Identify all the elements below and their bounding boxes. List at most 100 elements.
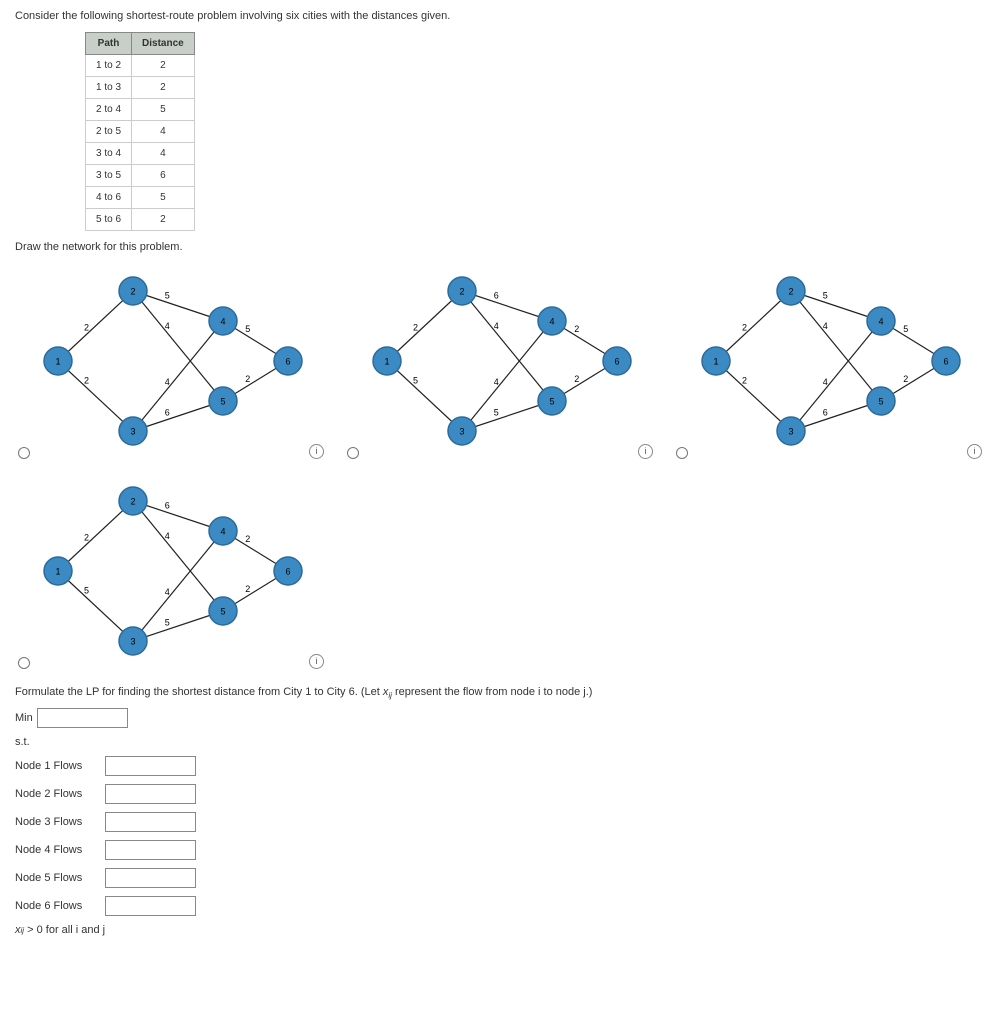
lp-constraint-row: Node 6 Flows [15,896,976,916]
network-node-label: 6 [285,566,290,576]
table-row: 1 to 32 [86,77,195,99]
lp-constraint-input[interactable] [105,812,196,832]
table-cell: 3 to 4 [86,143,132,165]
min-input[interactable] [37,708,128,728]
table-row: 2 to 54 [86,121,195,143]
edge-weight: 6 [165,408,170,418]
edge [716,291,791,361]
radio-option-b[interactable] [347,447,359,459]
network-node-label: 1 [55,356,60,366]
network-node-label: 4 [878,316,883,326]
draw-network-prompt: Draw the network for this problem. [15,241,976,253]
edge-weight: 2 [245,374,250,384]
network-node-label: 6 [285,356,290,366]
lp-constraint-input[interactable] [105,840,196,860]
edge-weight: 4 [165,531,170,541]
edge [387,361,462,431]
network-node-label: 3 [788,426,793,436]
edge [58,361,133,431]
lp-constraint-row: Node 3 Flows [15,812,976,832]
edge [58,501,133,571]
network-node-label: 2 [130,496,135,506]
edge [387,291,462,361]
edge [791,291,881,401]
edge-weight: 4 [494,377,499,387]
edge-weight: 5 [823,290,828,300]
network-node-label: 3 [130,636,135,646]
network-node-label: 1 [55,566,60,576]
edge [791,321,881,431]
network-node-label: 5 [878,396,883,406]
edge-weight: 2 [84,376,89,386]
table-cell: 2 [132,209,195,231]
table-cell: 4 to 6 [86,187,132,209]
table-cell: 2 to 5 [86,121,132,143]
option-c: 22544652123456 i [673,261,982,461]
edge-weight: 6 [165,500,170,510]
table-cell: 4 [132,121,195,143]
table-cell: 2 [132,77,195,99]
edge-weight: 2 [742,376,747,386]
edge-weight: 2 [574,374,579,384]
lp-constraint-input[interactable] [105,896,196,916]
info-icon[interactable]: i [309,654,324,669]
network-diagram: 25644522123456 [33,471,303,671]
lp-constraint-input[interactable] [105,868,196,888]
info-icon[interactable]: i [967,444,982,459]
option-d: 25644522123456 i [15,471,324,671]
network-diagram: 22544652123456 [691,261,961,461]
network-node-label: 4 [549,316,554,326]
edge-weight: 2 [245,534,250,544]
edge-weight: 4 [165,377,170,387]
radio-option-a[interactable] [18,447,30,459]
edge-weight: 6 [823,408,828,418]
table-row: 5 to 62 [86,209,195,231]
table-header-path: Path [86,33,132,55]
options-row-1: 22544652123456 i 25644522123456 i 225446… [15,261,976,461]
radio-option-d[interactable] [18,657,30,669]
lp-constraint-label: Node 5 Flows [15,872,105,884]
lp-st-row: s.t. [15,736,976,748]
network-node-label: 4 [220,316,225,326]
edge-weight: 2 [413,322,418,332]
network-node-label: 4 [220,526,225,536]
lp-section: Formulate the LP for finding the shortes… [15,686,976,936]
edge-weight: 2 [84,532,89,542]
edge [462,291,552,401]
network-node-label: 1 [384,356,389,366]
lp-prompt: Formulate the LP for finding the shortes… [15,686,976,700]
table-row: 4 to 65 [86,187,195,209]
table-cell: 5 [132,99,195,121]
network-node-label: 2 [788,286,793,296]
problem-statement: Consider the following shortest-route pr… [15,10,976,22]
edge-weight: 5 [494,408,499,418]
table-row: 1 to 22 [86,55,195,77]
min-label: Min [15,712,33,724]
edge [133,531,223,641]
edge-weight: 5 [165,290,170,300]
info-icon[interactable]: i [309,444,324,459]
lp-constraint-row: Node 2 Flows [15,784,976,804]
lp-constraint-input[interactable] [105,756,196,776]
lp-nonneg-row: xij > 0 for all i and j [15,924,976,936]
lp-constraint-label: Node 3 Flows [15,816,105,828]
lp-constraint-input[interactable] [105,784,196,804]
lp-min-row: Min [15,708,976,728]
network-node-label: 5 [220,606,225,616]
network-node-label: 3 [459,426,464,436]
lp-constraint-label: Node 2 Flows [15,788,105,800]
options-row-2: 25644522123456 i [15,471,976,671]
edge-weight: 5 [84,586,89,596]
radio-option-c[interactable] [676,447,688,459]
info-icon[interactable]: i [638,444,653,459]
network-node-label: 5 [549,396,554,406]
lp-constraint-row: Node 1 Flows [15,756,976,776]
edge [133,291,223,401]
st-label: s.t. [15,736,30,748]
network-node-label: 6 [943,356,948,366]
network-diagram: 22544652123456 [33,261,303,461]
edge [58,571,133,641]
option-a: 22544652123456 i [15,261,324,461]
lp-constraint-label: Node 4 Flows [15,844,105,856]
table-cell: 3 to 5 [86,165,132,187]
